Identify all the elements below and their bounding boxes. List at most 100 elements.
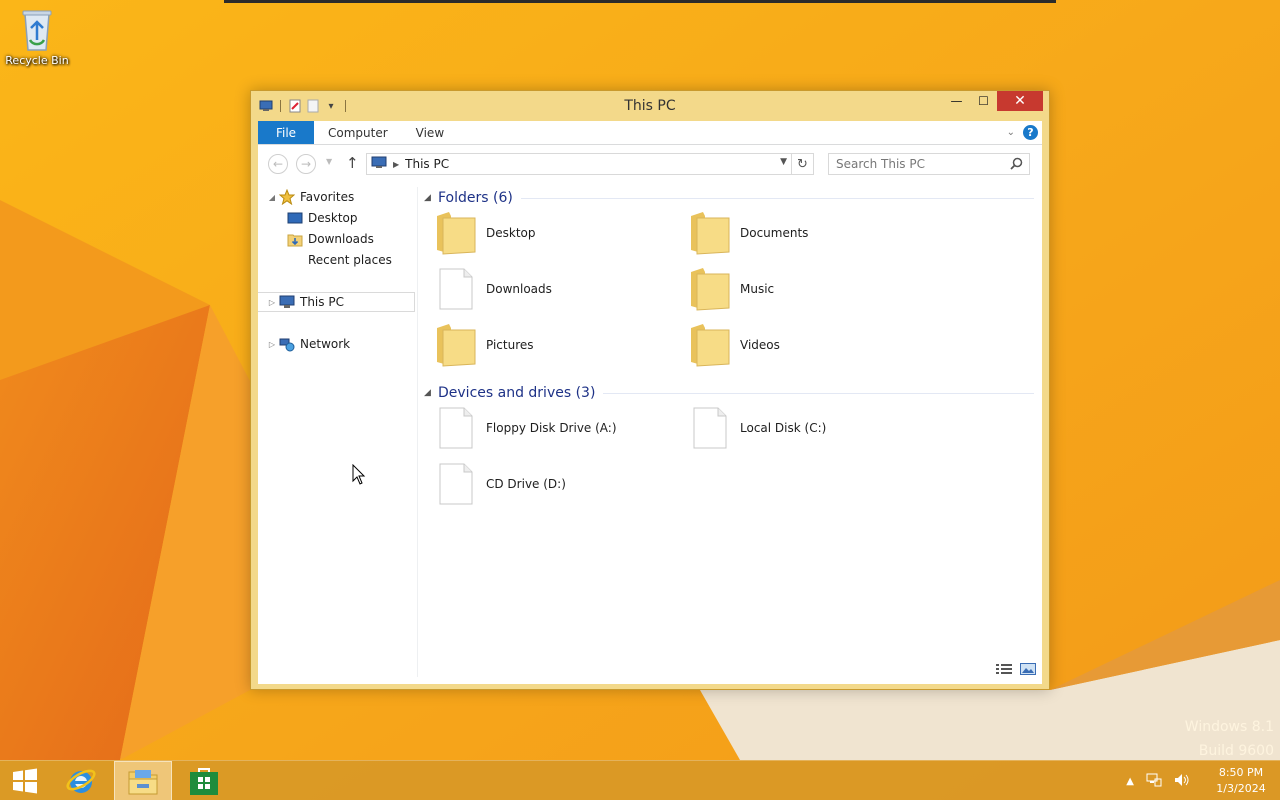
- search-box[interactable]: [828, 153, 1030, 175]
- folder-icon: [686, 321, 734, 369]
- network-icon: [278, 336, 296, 352]
- top-edge-strip: [224, 0, 1056, 3]
- nav-item-label: Favorites: [300, 190, 355, 204]
- window-client-area: File Computer View ⌄ ? ← → ▼ ↑ ▶ This PC…: [258, 121, 1042, 684]
- nav-item-desktop[interactable]: Desktop: [286, 208, 358, 228]
- folder-item-downloads[interactable]: Downloads: [432, 264, 672, 314]
- details-view-icon[interactable]: [996, 663, 1012, 678]
- group-divider: [520, 197, 1034, 199]
- address-dropdown-icon[interactable]: ▼: [780, 157, 787, 167]
- collapse-group-icon[interactable]: ◢: [424, 388, 438, 398]
- this-pc-icon: [278, 294, 296, 310]
- tab-computer[interactable]: Computer: [314, 121, 402, 144]
- volume-icon[interactable]: [1174, 773, 1190, 790]
- file-icon: [686, 404, 734, 452]
- file-explorer-icon: [128, 770, 158, 795]
- tab-view[interactable]: View: [402, 121, 458, 144]
- file-icon: [432, 404, 480, 452]
- taskbar-store[interactable]: [180, 761, 228, 800]
- address-path[interactable]: This PC: [405, 157, 449, 171]
- window-title: This PC: [624, 98, 676, 114]
- clock-date: 1/3/2024: [1216, 782, 1266, 795]
- expand-ribbon-icon[interactable]: ⌄: [1007, 127, 1015, 138]
- ribbon-tabs: File Computer View ⌄ ?: [258, 121, 1042, 145]
- taskbar-file-explorer[interactable]: [114, 761, 172, 800]
- up-button[interactable]: ↑: [346, 154, 359, 172]
- group-divider: [603, 392, 1034, 394]
- maximize-button[interactable]: ☐: [970, 91, 997, 111]
- nav-item-recent-places[interactable]: Recent places: [308, 250, 392, 270]
- group-header-label: Folders (6): [438, 190, 513, 206]
- nav-item-label: Desktop: [308, 211, 358, 225]
- nav-item-favorites[interactable]: ◢ Favorites: [266, 187, 354, 207]
- star-icon: [278, 189, 296, 205]
- group-header-folders[interactable]: ◢ Folders (6): [424, 187, 1034, 209]
- drive-item-local-disk[interactable]: Local Disk (C:): [686, 403, 926, 453]
- content-pane: ◢ Folders (6) Desktop Documents Download…: [424, 187, 1038, 657]
- drive-item-cd[interactable]: CD Drive (D:): [432, 459, 672, 509]
- file-icon: [432, 265, 480, 313]
- breadcrumb-chevron-icon[interactable]: ▶: [393, 160, 399, 169]
- drive-item-floppy[interactable]: Floppy Disk Drive (A:): [432, 403, 672, 453]
- windows-logo-icon: [13, 768, 37, 794]
- navigation-pane: ◢ Favorites Desktop Downloads Recent pla…: [258, 187, 418, 677]
- collapse-group-icon[interactable]: ◢: [424, 193, 438, 203]
- taskbar-internet-explorer[interactable]: [58, 761, 104, 800]
- expand-arrow-icon[interactable]: ▷: [266, 340, 278, 349]
- collapse-arrow-icon[interactable]: ◢: [266, 193, 278, 202]
- tab-file[interactable]: File: [258, 121, 314, 144]
- taskbar: ▲ 8:50 PM 1/3/2024: [0, 760, 1280, 800]
- store-icon: [190, 768, 218, 795]
- recycle-bin-label: Recycle Bin: [5, 54, 69, 67]
- nav-item-network[interactable]: ▷ Network: [266, 334, 350, 354]
- refresh-button[interactable]: ↻: [791, 154, 813, 174]
- folder-item-videos[interactable]: Videos: [686, 320, 926, 370]
- large-icons-view-icon[interactable]: [1020, 663, 1036, 678]
- title-bar[interactable]: ▾ This PC — ☐ ✕: [251, 91, 1049, 121]
- clock-time: 8:50 PM: [1218, 766, 1264, 779]
- nav-item-downloads[interactable]: Downloads: [286, 229, 374, 249]
- help-icon[interactable]: ?: [1023, 125, 1038, 140]
- explorer-window: ▾ This PC — ☐ ✕ File Computer View ⌄ ? ←…: [250, 90, 1050, 690]
- folder-item-pictures[interactable]: Pictures: [432, 320, 672, 370]
- taskbar-clock[interactable]: 8:50 PM 1/3/2024: [1202, 765, 1280, 797]
- folder-item-music[interactable]: Music: [686, 264, 926, 314]
- start-button[interactable]: [0, 761, 50, 800]
- search-input[interactable]: [829, 157, 1005, 171]
- drive-name: Floppy Disk Drive (A:): [486, 421, 617, 435]
- ribbon-right-controls: ⌄ ?: [1007, 125, 1038, 140]
- minimize-button[interactable]: —: [943, 91, 970, 111]
- watermark-version: Windows 8.1: [1184, 719, 1274, 735]
- folder-item-desktop[interactable]: Desktop: [432, 208, 672, 258]
- group-header-drives[interactable]: ◢ Devices and drives (3): [424, 382, 1034, 404]
- system-tray: ▲ 8:50 PM 1/3/2024: [1126, 761, 1280, 800]
- folder-icon: [686, 209, 734, 257]
- mouse-cursor-icon: [352, 463, 366, 489]
- folder-name: Documents: [740, 226, 809, 240]
- show-hidden-icons-icon[interactable]: ▲: [1126, 776, 1134, 787]
- downloads-icon: [286, 231, 304, 247]
- search-icon[interactable]: [1010, 157, 1023, 173]
- nav-item-label: Downloads: [308, 232, 374, 246]
- navigation-bar: ← → ▼ ↑ ▶ This PC ▼ ↻: [258, 151, 1042, 177]
- view-switcher: [996, 663, 1036, 678]
- windows-watermark: Windows 8.1 Build 9600: [1185, 715, 1274, 763]
- back-button[interactable]: ←: [268, 154, 288, 174]
- network-status-icon[interactable]: [1146, 773, 1162, 790]
- recycle-bin-shortcut[interactable]: Recycle Bin: [4, 6, 70, 67]
- recent-locations-dropdown[interactable]: ▼: [326, 157, 332, 166]
- folder-icon: [432, 321, 480, 369]
- expand-arrow-icon[interactable]: ▷: [266, 298, 278, 307]
- folder-name: Pictures: [486, 338, 534, 352]
- folder-icon: [432, 209, 480, 257]
- close-button[interactable]: ✕: [997, 91, 1043, 111]
- folder-item-documents[interactable]: Documents: [686, 208, 926, 258]
- folder-name: Downloads: [486, 282, 552, 296]
- forward-button[interactable]: →: [296, 154, 316, 174]
- folder-name: Videos: [740, 338, 780, 352]
- nav-item-this-pc[interactable]: ▷ This PC: [258, 292, 415, 312]
- folder-name: Desktop: [486, 226, 536, 240]
- address-bar[interactable]: ▶ This PC ▼ ↻: [366, 153, 814, 175]
- nav-item-label: This PC: [300, 295, 344, 309]
- file-icon: [432, 460, 480, 508]
